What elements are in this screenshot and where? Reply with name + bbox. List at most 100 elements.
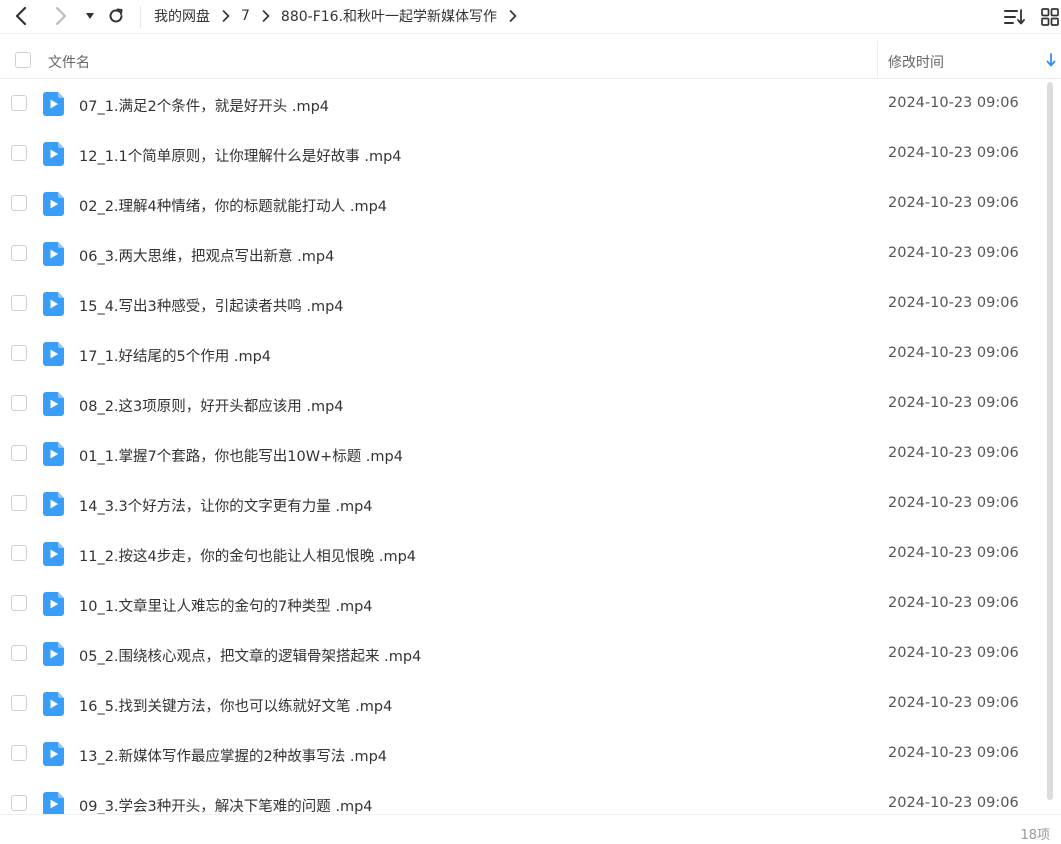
file-row[interactable]: 09_3.学会3种开头，解决下笔难的问题 .mp4 2024-10-23 09:0… [0,779,1061,814]
video-file-icon [43,492,64,516]
file-name[interactable]: 12_1.1个简单原则，让你理解什么是好故事 .mp4 [79,145,402,166]
sort-list-icon [1004,9,1025,25]
row-checkbox[interactable] [11,545,27,561]
modified-time: 2024-10-23 09:06 [888,745,1019,761]
modified-time: 2024-10-23 09:06 [888,345,1019,361]
row-checkbox[interactable] [11,245,27,261]
refresh-icon [109,8,123,23]
breadcrumb-item-root[interactable]: 我的网盘 [154,6,210,26]
select-all-checkbox[interactable] [15,52,31,68]
file-row[interactable]: 13_2.新媒体写作最应掌握的2种故事写法 .mp4 2024-10-23 09:… [0,729,1061,779]
chevron-right-icon [56,7,66,25]
refresh-button[interactable] [104,4,128,28]
row-checkbox[interactable] [11,195,27,211]
row-checkbox[interactable] [11,445,27,461]
file-name[interactable]: 11_2.按这4步走，你的金句也能让人相见恨晚 .mp4 [79,545,416,566]
video-file-icon [43,542,64,566]
modified-time: 2024-10-23 09:06 [888,445,1019,461]
video-file-icon [43,442,64,466]
modified-time: 2024-10-23 09:06 [888,645,1019,661]
file-row[interactable]: 15_4.写出3种感受，引起读者共鸣 .mp4 2024-10-23 09:06 [0,279,1061,329]
column-header-name[interactable]: 文件名 [48,52,90,72]
video-file-icon [43,92,64,116]
list-header: 文件名 修改时间 [0,41,1061,79]
modified-time: 2024-10-23 09:06 [888,295,1019,311]
modified-time: 2024-10-23 09:06 [888,245,1019,261]
modified-time: 2024-10-23 09:06 [888,795,1019,811]
video-file-icon [43,342,64,366]
history-dropdown-button[interactable] [78,4,102,28]
breadcrumb: 我的网盘 7 880-F16.和秋叶一起学新媒体写作 [154,0,528,32]
file-row[interactable]: 06_3.两大思维，把观点写出新意 .mp4 2024-10-23 09:06 [0,229,1061,279]
chevron-right-icon[interactable] [509,10,517,22]
file-row[interactable]: 02_2.理解4种情绪，你的标题就能打动人 .mp4 2024-10-23 09:… [0,179,1061,229]
column-header-time[interactable]: 修改时间 [888,52,944,72]
modified-time: 2024-10-23 09:06 [888,545,1019,561]
file-name[interactable]: 08_2.这3项原则，好开头都应该用 .mp4 [79,395,344,416]
chevron-right-icon [222,10,230,22]
file-row[interactable]: 01_1.掌握7个套路，你也能写出10W+标题 .mp4 2024-10-23 0… [0,429,1061,479]
row-checkbox[interactable] [11,145,27,161]
file-name[interactable]: 17_1.好结尾的5个作用 .mp4 [79,345,271,366]
grid-view-icon [1041,8,1059,26]
video-file-icon [43,392,64,416]
status-bar: 18项 [0,814,1061,844]
file-row[interactable]: 10_1.文章里让人难忘的金句的7种类型 .mp4 2024-10-23 09:0… [0,579,1061,629]
sort-button[interactable] [1004,6,1026,28]
video-file-icon [43,142,64,166]
video-file-icon [43,742,64,766]
row-checkbox[interactable] [11,95,27,111]
file-row[interactable]: 05_2.围绕核心观点，把文章的逻辑骨架搭起来 .mp4 2024-10-23 0… [0,629,1061,679]
file-row[interactable]: 07_1.满足2个条件，就是好开头 .mp4 2024-10-23 09:06 [0,79,1061,129]
toolbar: 我的网盘 7 880-F16.和秋叶一起学新媒体写作 [0,0,1061,34]
file-row[interactable]: 14_3.3个好方法，让你的文字更有力量 .mp4 2024-10-23 09:0… [0,479,1061,529]
grid-view-button[interactable] [1039,6,1061,28]
file-name[interactable]: 02_2.理解4种情绪，你的标题就能打动人 .mp4 [79,195,387,216]
file-name[interactable]: 05_2.围绕核心观点，把文章的逻辑骨架搭起来 .mp4 [79,645,421,666]
row-checkbox[interactable] [11,395,27,411]
row-checkbox[interactable] [11,345,27,361]
forward-button[interactable] [49,4,73,28]
modified-time: 2024-10-23 09:06 [888,395,1019,411]
file-name[interactable]: 15_4.写出3种感受，引起读者共鸣 .mp4 [79,295,344,316]
file-row[interactable]: 08_2.这3项原则，好开头都应该用 .mp4 2024-10-23 09:06 [0,379,1061,429]
row-checkbox[interactable] [11,795,27,811]
file-row[interactable]: 17_1.好结尾的5个作用 .mp4 2024-10-23 09:06 [0,329,1061,379]
modified-time: 2024-10-23 09:06 [888,495,1019,511]
file-name[interactable]: 01_1.掌握7个套路，你也能写出10W+标题 .mp4 [79,445,403,466]
breadcrumb-item-folder[interactable]: 7 [241,8,250,24]
file-row[interactable]: 11_2.按这4步走，你的金句也能让人相见恨晚 .mp4 2024-10-23 0… [0,529,1061,579]
sort-descending-arrow-icon[interactable] [1046,53,1056,67]
chevron-right-icon [262,10,270,22]
row-checkbox[interactable] [11,295,27,311]
file-row[interactable]: 16_5.找到关键方法，你也可以练就好文笔 .mp4 2024-10-23 09:… [0,679,1061,729]
modified-time: 2024-10-23 09:06 [888,695,1019,711]
video-file-icon [43,692,64,716]
chevron-left-icon [15,7,27,25]
column-divider[interactable] [877,41,878,79]
video-file-icon [43,592,64,616]
row-checkbox[interactable] [11,695,27,711]
file-name[interactable]: 14_3.3个好方法，让你的文字更有力量 .mp4 [79,495,373,516]
video-file-icon [43,192,64,216]
toolbar-divider [140,6,141,28]
file-name[interactable]: 07_1.满足2个条件，就是好开头 .mp4 [79,95,329,116]
row-checkbox[interactable] [11,645,27,661]
file-name[interactable]: 10_1.文章里让人难忘的金句的7种类型 .mp4 [79,595,373,616]
caret-down-icon [86,13,94,19]
file-row[interactable]: 12_1.1个简单原则，让你理解什么是好故事 .mp4 2024-10-23 09… [0,129,1061,179]
row-checkbox[interactable] [11,595,27,611]
row-checkbox[interactable] [11,745,27,761]
video-file-icon [43,242,64,266]
modified-time: 2024-10-23 09:06 [888,145,1019,161]
back-button[interactable] [9,4,33,28]
row-checkbox[interactable] [11,495,27,511]
file-name[interactable]: 16_5.找到关键方法，你也可以练就好文笔 .mp4 [79,695,392,716]
scrollbar[interactable] [1047,82,1053,800]
file-name[interactable]: 13_2.新媒体写作最应掌握的2种故事写法 .mp4 [79,745,387,766]
file-name[interactable]: 06_3.两大思维，把观点写出新意 .mp4 [79,245,334,266]
file-name[interactable]: 09_3.学会3种开头，解决下笔难的问题 .mp4 [79,795,373,814]
modified-time: 2024-10-23 09:06 [888,195,1019,211]
file-list: 07_1.满足2个条件，就是好开头 .mp4 2024-10-23 09:06 12… [0,79,1061,814]
breadcrumb-item-current[interactable]: 880-F16.和秋叶一起学新媒体写作 [281,6,497,26]
